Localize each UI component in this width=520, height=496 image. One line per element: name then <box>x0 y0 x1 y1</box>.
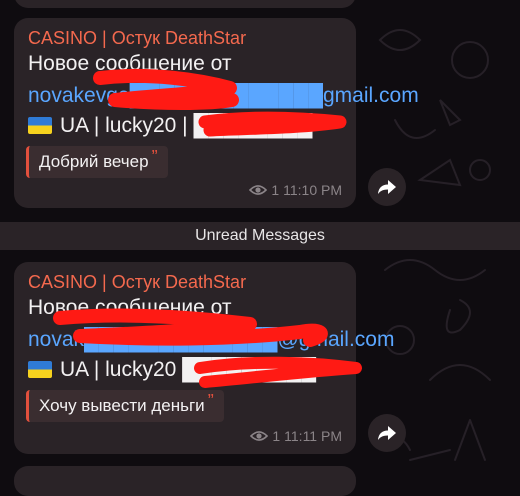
user-info: UA | lucky20 █████████ <box>28 358 316 382</box>
quoted-message[interactable]: Хочу вывести деньги” <box>26 390 224 422</box>
quote-text: Хочу вывести деньги <box>39 396 205 415</box>
user-info-text: UA | lucky20 █████████ <box>60 358 317 381</box>
share-button[interactable] <box>368 414 406 452</box>
message-time: 11:10 PM <box>283 182 342 198</box>
email-link[interactable]: novakevge█████████████gmail.com <box>28 84 419 108</box>
unread-messages-divider: Unread Messages <box>0 222 520 250</box>
eye-icon <box>250 431 269 441</box>
eye-icon <box>249 185 268 195</box>
quote-text: Добрий вечер <box>39 152 149 171</box>
user-info: UA | lucky20 | ████████ <box>28 114 313 138</box>
view-count: 1 <box>271 182 280 198</box>
message-heading: Новое сообщение от <box>28 296 232 319</box>
message-time: 11:11 PM <box>284 428 342 444</box>
view-count: 1 <box>272 428 281 444</box>
sender-name[interactable]: CASINO | Остук DeathStar <box>28 272 246 293</box>
ukraine-flag-icon <box>28 361 52 378</box>
quoted-message[interactable]: Добрий вечер” <box>26 146 168 178</box>
forward-arrow-icon <box>378 426 396 440</box>
quote-mark-icon: ” <box>207 390 214 411</box>
message-bubble[interactable]: CASINO | Остук DeathStar Новое сообщение… <box>14 262 394 454</box>
quote-mark-icon: ” <box>151 146 158 167</box>
email-link[interactable]: novak█████████████@gmail.com <box>28 328 394 352</box>
message-meta: 1 11:11 PM <box>250 428 342 444</box>
message-meta: 1 11:10 PM <box>249 182 342 198</box>
sender-name[interactable]: CASINO | Остук DeathStar <box>28 28 246 49</box>
forward-arrow-icon <box>378 180 396 194</box>
share-button[interactable] <box>368 168 406 206</box>
next-message-bubble <box>14 466 356 496</box>
divider-label: Unread Messages <box>195 227 325 244</box>
user-info-text: UA | lucky20 | ████████ <box>60 114 313 137</box>
previous-message-bubble <box>14 0 356 8</box>
message-bubble[interactable]: CASINO | Остук DeathStar Новое сообщение… <box>14 18 419 208</box>
ukraine-flag-icon <box>28 117 52 134</box>
message-heading: Новое сообщение от <box>28 52 232 75</box>
